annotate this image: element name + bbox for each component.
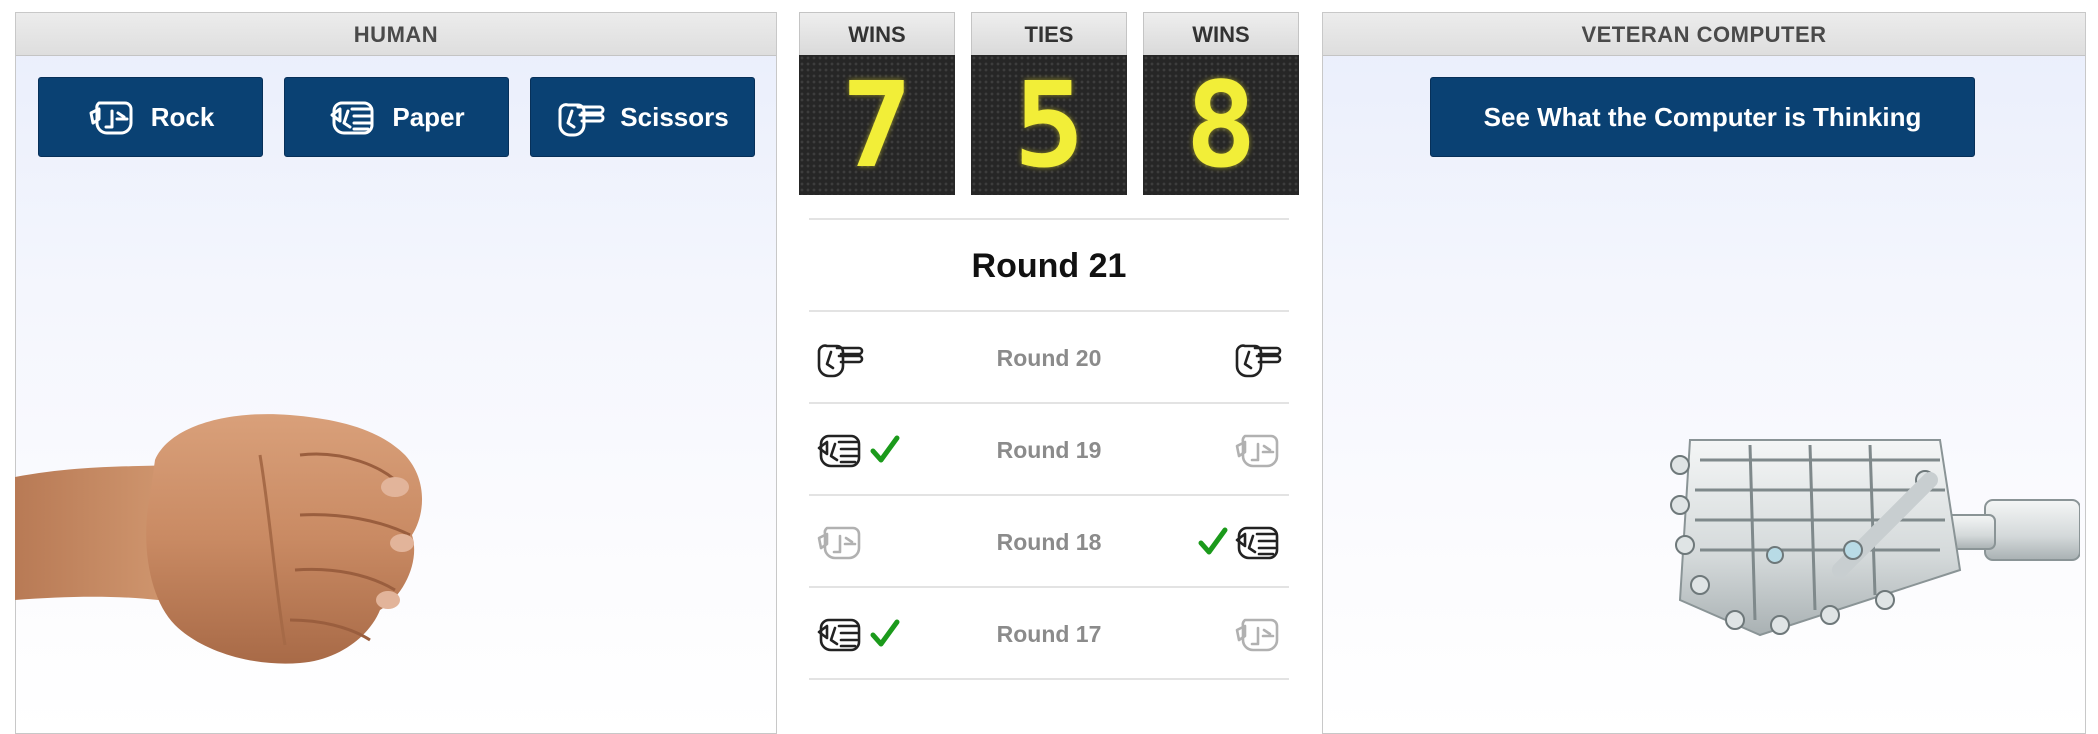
human-choice [815, 334, 865, 382]
paper-hand-icon [817, 618, 861, 652]
human-wins-label: WINS [799, 12, 955, 55]
human-choice [815, 518, 865, 566]
history-row: Round 20 [809, 312, 1289, 402]
paper-button[interactable]: Paper [284, 77, 509, 157]
current-round-title: Round 21 [971, 247, 1127, 285]
paper-hand-icon [1235, 526, 1279, 560]
paper-button-label: Paper [392, 101, 465, 132]
rock-button-label: Rock [150, 101, 215, 132]
check-icon [870, 435, 900, 463]
computer-wins-count: 8 [1143, 55, 1299, 195]
human-choice [815, 610, 905, 658]
history-row: Round 18 [809, 496, 1289, 586]
human-wins-scorebox: WINS 7 [799, 12, 955, 195]
history-round-label: Round 20 [996, 345, 1102, 371]
rock-hand-icon [89, 101, 133, 135]
computer-wins-scorebox: WINS 8 [1143, 12, 1299, 195]
paper-hand-icon [817, 434, 861, 468]
rock-hand-icon [817, 526, 861, 560]
check-icon [1198, 527, 1228, 555]
rock-hand-icon [1235, 434, 1279, 468]
ties-scorebox: TIES 5 [971, 12, 1127, 195]
scissors-hand-icon [558, 103, 605, 137]
computer-choice [1233, 610, 1283, 658]
computer-choice [1233, 334, 1283, 382]
computer-paper-hand-image [1670, 439, 2080, 637]
ties-label: TIES [971, 12, 1127, 55]
human-choice [815, 426, 905, 474]
computer-choice [1233, 426, 1283, 474]
scissors-button[interactable]: Scissors [530, 77, 755, 157]
see-computer-thinking-button[interactable]: See What the Computer is Thinking [1430, 77, 1975, 157]
scissors-hand-icon [817, 344, 864, 378]
human-panel-title: HUMAN [16, 13, 776, 56]
rock-hand-icon [1235, 618, 1279, 652]
round-history: Round 21 Round 20 Round 19 Round 18 Round 1… [809, 218, 1289, 680]
human-wins-count: 7 [799, 55, 955, 195]
computer-choice [1193, 518, 1283, 566]
human-rock-hand-image [15, 414, 423, 664]
paper-hand-icon [330, 101, 374, 135]
scissors-hand-icon [1235, 344, 1282, 378]
ties-count: 5 [971, 55, 1127, 195]
computer-wins-label: WINS [1143, 12, 1299, 55]
rock-button[interactable]: Rock [38, 77, 263, 157]
history-row: Round 19 [809, 404, 1289, 494]
scissors-button-label: Scissors [620, 101, 729, 132]
check-icon [870, 619, 900, 647]
computer-panel-title: VETERAN COMPUTER [1323, 13, 2085, 56]
history-row: Round 17 [809, 588, 1289, 678]
